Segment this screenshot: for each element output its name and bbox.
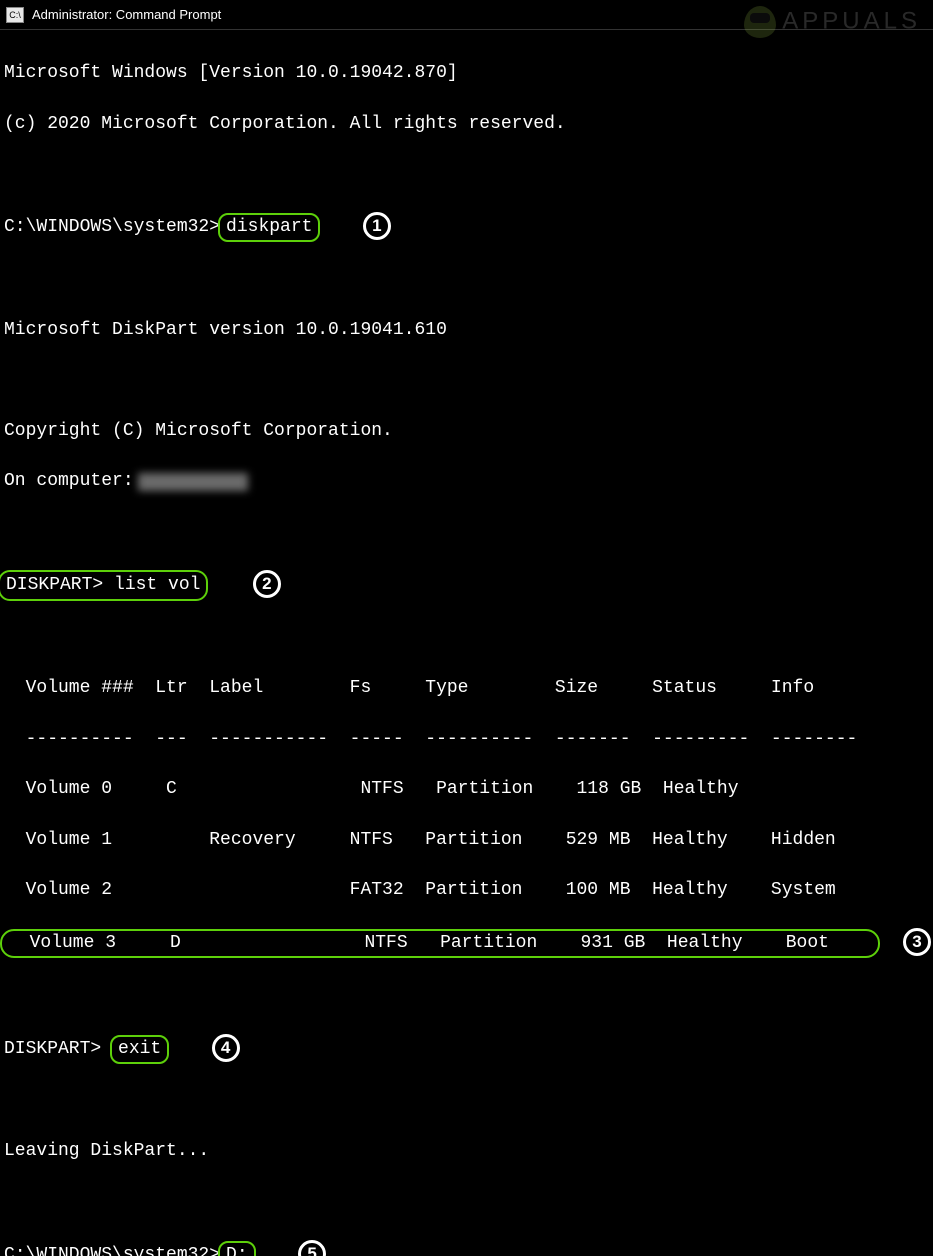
header-line-2: (c) 2020 Microsoft Corporation. All righ… <box>4 112 929 137</box>
watermark-icon <box>744 6 776 38</box>
prompt-5: C:\WINDOWS\system32> <box>4 1245 220 1256</box>
badge-4: 4 <box>212 1034 240 1062</box>
cmd-line-5: C:\WINDOWS\system32>D: 5 <box>4 1240 929 1256</box>
terminal-output[interactable]: Microsoft Windows [Version 10.0.19042.87… <box>0 30 933 1256</box>
d-drive-command-highlight: D: <box>218 1241 256 1256</box>
diskpart-computer: On computer: <box>4 469 929 494</box>
watermark: APPUALS <box>744 6 921 38</box>
table-row: Volume 0 C NTFS Partition 118 GB Healthy <box>4 777 929 802</box>
list-vol-highlight: DISKPART> list vol <box>0 570 208 601</box>
window-title: Administrator: Command Prompt <box>32 7 221 22</box>
blank <box>4 1190 929 1215</box>
blank <box>4 1089 929 1114</box>
blank <box>4 626 929 651</box>
cmd-line-1: C:\WINDOWS\system32>diskpart 1 <box>4 212 929 242</box>
prompt-4: DISKPART> <box>4 1039 112 1059</box>
table-row: Volume 2 FAT32 Partition 100 MB Healthy … <box>4 878 929 903</box>
blank <box>4 267 929 292</box>
table-row: Volume 1 Recovery NTFS Partition 529 MB … <box>4 828 929 853</box>
computer-label: On computer: <box>4 471 134 491</box>
badge-5: 5 <box>298 1240 326 1256</box>
diskpart-copyright: Copyright (C) Microsoft Corporation. <box>4 419 929 444</box>
watermark-text: APPUALS <box>782 7 921 34</box>
diskpart-command-highlight: diskpart <box>218 213 320 242</box>
volume-3-highlight: Volume 3 D NTFS Partition 931 GB Healthy… <box>0 929 880 958</box>
blank <box>4 368 929 393</box>
table-divider: ---------- --- ----------- ----- -------… <box>4 727 929 752</box>
badge-1: 1 <box>363 212 391 240</box>
prompt-1: C:\WINDOWS\system32> <box>4 217 220 237</box>
cmd-line-4: DISKPART> exit 4 <box>4 1034 929 1064</box>
leaving-diskpart: Leaving DiskPart... <box>4 1139 929 1164</box>
badge-3: 3 <box>903 928 931 956</box>
computer-name-blurred <box>138 473 248 491</box>
diskpart-version: Microsoft DiskPart version 10.0.19041.61… <box>4 318 929 343</box>
badge-2: 2 <box>253 570 281 598</box>
exit-command-highlight: exit <box>110 1035 169 1064</box>
table-row-highlighted: Volume 3 D NTFS Partition 931 GB Healthy… <box>4 928 929 958</box>
cmd-icon: C:\ <box>6 7 24 23</box>
cmd-line-2: DISKPART> list vol 2 <box>4 570 929 601</box>
table-header: Volume ### Ltr Label Fs Type Size Status… <box>4 676 929 701</box>
blank <box>4 162 929 187</box>
header-line-1: Microsoft Windows [Version 10.0.19042.87… <box>4 61 929 86</box>
blank <box>4 983 929 1008</box>
blank <box>4 519 929 544</box>
